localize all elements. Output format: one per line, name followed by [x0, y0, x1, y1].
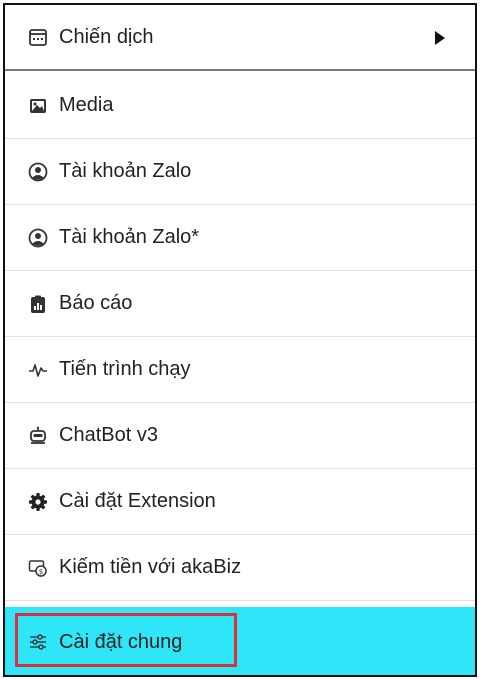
menu-item-zalo-account-alt[interactable]: Tài khoản Zalo*	[5, 205, 475, 271]
menu-item-chatbot[interactable]: ChatBot v3	[5, 403, 475, 469]
report-icon	[27, 293, 49, 315]
menu-item-campaign[interactable]: Chiến dịch	[5, 5, 475, 71]
menu-item-label: Media	[59, 94, 114, 116]
menu-item-report[interactable]: Báo cáo	[5, 271, 475, 337]
pulse-icon	[27, 359, 49, 381]
user-circle-icon	[27, 227, 49, 249]
calendar-icon	[27, 26, 49, 48]
menu-item-media[interactable]: Media	[5, 73, 475, 139]
menu-item-label: ChatBot v3	[59, 424, 158, 446]
menu-item-label: Tài khoản Zalo*	[59, 226, 200, 248]
menu-item-zalo-account[interactable]: Tài khoản Zalo	[5, 139, 475, 205]
image-icon	[27, 95, 49, 117]
menu-item-label: Kiếm tiền với akaBiz	[59, 556, 242, 578]
caret-right-icon[interactable]	[435, 31, 445, 45]
sliders-icon	[27, 631, 49, 653]
user-circle-icon	[27, 161, 49, 183]
sidebar-menu: Chiến dịch Media Tài khoản Zalo Tài khoả…	[3, 3, 477, 677]
menu-item-earn-money[interactable]: $ Kiếm tiền với akaBiz	[5, 535, 475, 601]
menu-item-running-process[interactable]: Tiến trình chạy	[5, 337, 475, 403]
robot-icon	[27, 425, 49, 447]
menu-item-extension-settings[interactable]: Cài đặt Extension	[5, 469, 475, 535]
menu-item-label: Cài đặt Extension	[59, 490, 216, 512]
gear-icon	[27, 491, 49, 513]
menu-item-label: Cài đặt chung	[59, 630, 183, 653]
money-icon: $	[27, 557, 49, 579]
menu-item-label: Chiến dịch	[59, 25, 154, 48]
menu-item-general-settings[interactable]: Cài đặt chung	[5, 607, 475, 675]
menu-item-label: Tiến trình chạy	[59, 358, 191, 380]
svg-text:$: $	[39, 568, 43, 576]
menu-item-label: Báo cáo	[59, 292, 133, 314]
menu-item-label: Tài khoản Zalo	[59, 160, 192, 182]
